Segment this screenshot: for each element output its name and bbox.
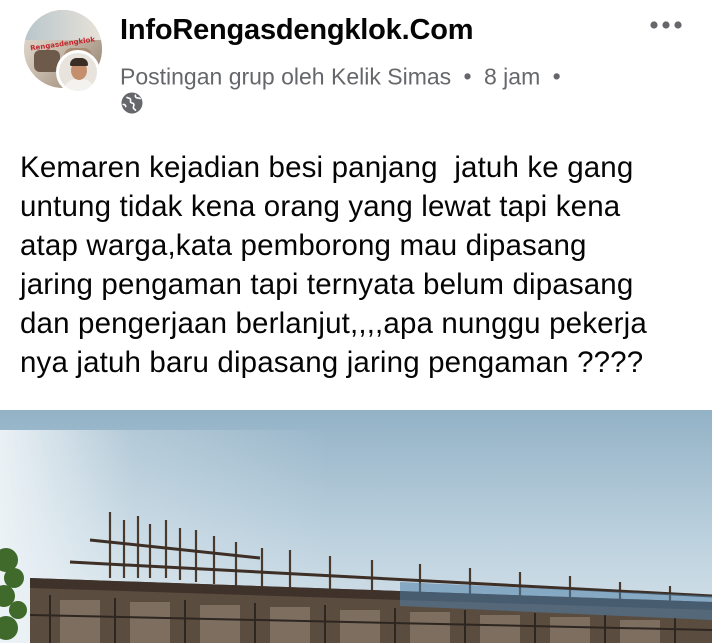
- post-text-line: nya jatuh baru dipasang jaring pengaman …: [20, 346, 644, 379]
- post-text-line: Kemaren kejadian besi panjang jatuh ke g…: [20, 151, 634, 184]
- globe-icon[interactable]: [120, 91, 144, 115]
- post-meta: Postingan grup oleh Kelik Simas • 8 jam …: [120, 62, 567, 90]
- post-text-line: atap warga,kata pemborong mau dipasang: [20, 229, 587, 262]
- post-body-text: Kemaren kejadian besi panjang jatuh ke g…: [20, 148, 700, 382]
- author-name-link[interactable]: Kelik Simas: [331, 63, 451, 89]
- post-photo[interactable]: [0, 410, 712, 643]
- meta-prefix: Postingan grup oleh: [120, 63, 325, 90]
- more-horizontal-icon[interactable]: [648, 14, 684, 36]
- post-timestamp-link[interactable]: 8 jam: [484, 63, 540, 89]
- meta-separator-2: •: [552, 63, 561, 90]
- post-text-line: jaring pengaman tapi ternyata belum dipa…: [20, 268, 634, 301]
- construction-photo: [0, 410, 712, 643]
- author-avatar[interactable]: [56, 50, 100, 94]
- avatar-group[interactable]: Rengasdengklok: [24, 10, 104, 94]
- meta-separator: •: [463, 63, 472, 90]
- post-text-line: untung tidak kena orang yang lewat tapi …: [20, 190, 621, 223]
- group-name-link[interactable]: InfoRengasdengklok.Com: [120, 14, 474, 47]
- post-header: Rengasdengklok InfoRengasdengklok.Com Po…: [0, 0, 712, 125]
- post-text-line: dan pengerjaan berlanjut,,,,apa nunggu p…: [20, 307, 647, 340]
